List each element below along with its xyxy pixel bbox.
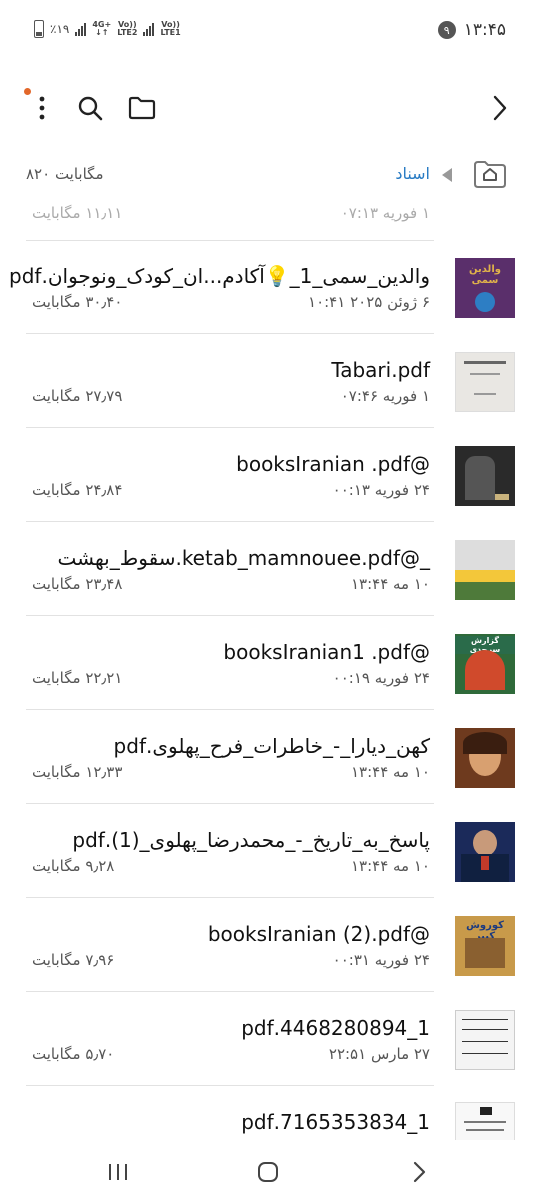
navigation-bar [0, 1140, 540, 1200]
file-name: 1_7165353834.pdf [241, 1110, 430, 1134]
network-indicator-1: 4G+ ↓↑ [92, 20, 112, 37]
file-size: ۲۳٫۴۸ مگابایت [32, 575, 123, 593]
forward-button[interactable] [482, 90, 518, 126]
breadcrumb-arrow-icon [442, 168, 452, 182]
path-bar: ۸۲۰ مگابایت اسناد [0, 150, 540, 200]
file-date: ۱۰ مه ۱۳:۴۴ [350, 575, 430, 593]
file-name: @booksIranian (2).pdf [207, 922, 430, 946]
home-nav-icon [258, 1162, 278, 1182]
battery-icon [34, 20, 44, 38]
network-indicator-3: Vo)) LTE1 [160, 20, 181, 37]
file-thumbnail [455, 446, 515, 506]
list-item[interactable]: والدین_سمی_1_💡آکادم...ان_کودک_ونوجوان.pd… [0, 240, 540, 334]
file-thumbnail [455, 1010, 515, 1070]
notification-badge: ۹ [437, 21, 456, 39]
file-thumbnail: گزارش سرحدی [455, 634, 515, 694]
thumbnail-title: والدین سمی [469, 264, 501, 286]
file-thumbnail [455, 728, 515, 788]
file-name: @booksIranian1 .pdf [223, 640, 430, 664]
new-folder-button[interactable] [124, 90, 160, 126]
status-bar-right: ۹ ۱۳:۴۵ [437, 20, 506, 40]
list-item[interactable]: پاسخ_به_تاریخ_-_محمدرضا_پهلوی_(1).pdf ۱۰… [0, 804, 540, 898]
file-date: ۲۴ فوریه ۰۰:۱۹ [332, 669, 430, 687]
file-list[interactable]: ۱ فوریه ۰۷:۱۳ ۱۱٫۱۱ مگابایت والدین_سمی_1… [0, 200, 540, 1140]
list-item[interactable]: _@ketab_mamnouee.pdf.سقوط_بهشت ۱۰ مه ۱۳:… [0, 522, 540, 616]
file-name: _@ketab_mamnouee.pdf.سقوط_بهشت [57, 546, 430, 570]
file-date: ۱۰ مه ۱۳:۴۴ [350, 857, 430, 875]
home-nav-button[interactable] [250, 1154, 286, 1190]
file-date: ۲۴ فوریه ۰۰:۱۳ [332, 481, 430, 499]
search-button[interactable] [72, 90, 108, 126]
folder-icon [128, 96, 156, 120]
toolbar [0, 78, 540, 138]
file-thumbnail [455, 540, 515, 600]
battery-percent: ٪۱۹ [50, 22, 70, 36]
signal-icon-2 [143, 22, 155, 36]
file-date: ۱۰ مه ۱۳:۴۴ [350, 763, 430, 781]
list-item[interactable]: کهن_دیارا_-_خاطرات_فرح_پهلوی.pdf ۱۰ مه ۱… [0, 710, 540, 804]
list-item[interactable]: @booksIranian .pdf ۲۴ فوریه ۰۰:۱۳ ۲۴٫۸۴ … [0, 428, 540, 522]
file-thumbnail: والدین سمی [455, 258, 515, 318]
file-name: 1_4468280894.pdf [241, 1016, 430, 1040]
file-size: ۵٫۷۰ مگابایت [32, 1045, 115, 1063]
file-thumbnail [455, 352, 515, 412]
file-name: کهن_دیارا_-_خاطرات_فرح_پهلوی.pdf [113, 734, 430, 758]
file-thumbnail [455, 1102, 515, 1140]
file-thumbnail: کوروش کبیر [455, 916, 515, 976]
recent-apps-icon [109, 1164, 127, 1180]
chevron-right-icon [493, 95, 507, 121]
file-size: ۳۰٫۴۰ مگابایت [32, 293, 123, 311]
storage-size: ۸۲۰ مگابایت [26, 165, 104, 183]
file-name: Tabari.pdf [331, 358, 430, 382]
file-name: @booksIranian .pdf [236, 452, 430, 476]
list-item[interactable]: Tabari.pdf ۱ فوریه ۰۷:۴۶ ۲۷٫۷۹ مگابایت [0, 334, 540, 428]
signal-icon [75, 22, 87, 36]
back-nav-icon [413, 1161, 426, 1183]
file-size: ۷٫۹۶ مگابایت [32, 951, 115, 969]
search-icon [78, 96, 103, 121]
recent-apps-button[interactable] [100, 1154, 136, 1190]
home-folder-button[interactable] [472, 158, 508, 190]
clock: ۱۳:۴۵ [463, 20, 506, 40]
home-icon [474, 161, 506, 188]
file-size: ۲۴٫۸۴ مگابایت [32, 481, 123, 499]
file-size: ۲۷٫۷۹ مگابایت [32, 387, 123, 405]
file-size: ۱۱٫۱۱ مگابایت [32, 204, 123, 222]
more-options-button[interactable] [24, 90, 60, 126]
file-thumbnail [455, 822, 515, 882]
list-item[interactable]: @booksIranian1 .pdf ۲۴ فوریه ۰۰:۱۹ ۲۲٫۲۱… [0, 616, 540, 710]
more-vertical-icon [39, 96, 45, 120]
file-size: ۲۲٫۲۱ مگابایت [32, 669, 123, 687]
file-date: ۱ فوریه ۰۷:۴۶ [340, 387, 430, 405]
back-nav-button[interactable] [401, 1154, 437, 1190]
file-date: ۱ فوریه ۰۷:۱۳ [340, 204, 430, 222]
breadcrumb-documents[interactable]: اسناد [395, 164, 430, 183]
status-bar: ٪۱۹ 4G+ ↓↑ Vo)) LTE2 Vo)) LTE1 ۹ ۱۳:۴۵ [0, 0, 540, 60]
file-date: ۲۴ فوریه ۰۰:۳۱ [332, 951, 430, 969]
file-date: ۶ ژوئن ۲۰۲۵ ۱۰:۴۱ [308, 293, 430, 311]
file-size: ۱۲٫۳۳ مگابایت [32, 763, 123, 781]
file-date: ۲۷ مارس ۲۲:۵۱ [328, 1045, 430, 1063]
list-item[interactable]: @booksIranian (2).pdf ۲۴ فوریه ۰۰:۳۱ ۷٫۹… [0, 898, 540, 992]
status-bar-left: ٪۱۹ 4G+ ↓↑ Vo)) LTE2 Vo)) LTE1 [34, 20, 181, 38]
list-item[interactable]: 1_7165353834.pdf [0, 1086, 540, 1140]
file-name: والدین_سمی_1_💡آکادم...ان_کودک_ونوجوان.pd… [9, 264, 430, 288]
list-item[interactable]: 1_4468280894.pdf ۲۷ مارس ۲۲:۵۱ ۵٫۷۰ مگاب… [0, 992, 540, 1086]
file-size: ۹٫۲۸ مگابایت [32, 857, 115, 875]
file-name: پاسخ_به_تاریخ_-_محمدرضا_پهلوی_(1).pdf [72, 828, 430, 852]
network-indicator-2: Vo)) LTE2 [117, 20, 138, 37]
